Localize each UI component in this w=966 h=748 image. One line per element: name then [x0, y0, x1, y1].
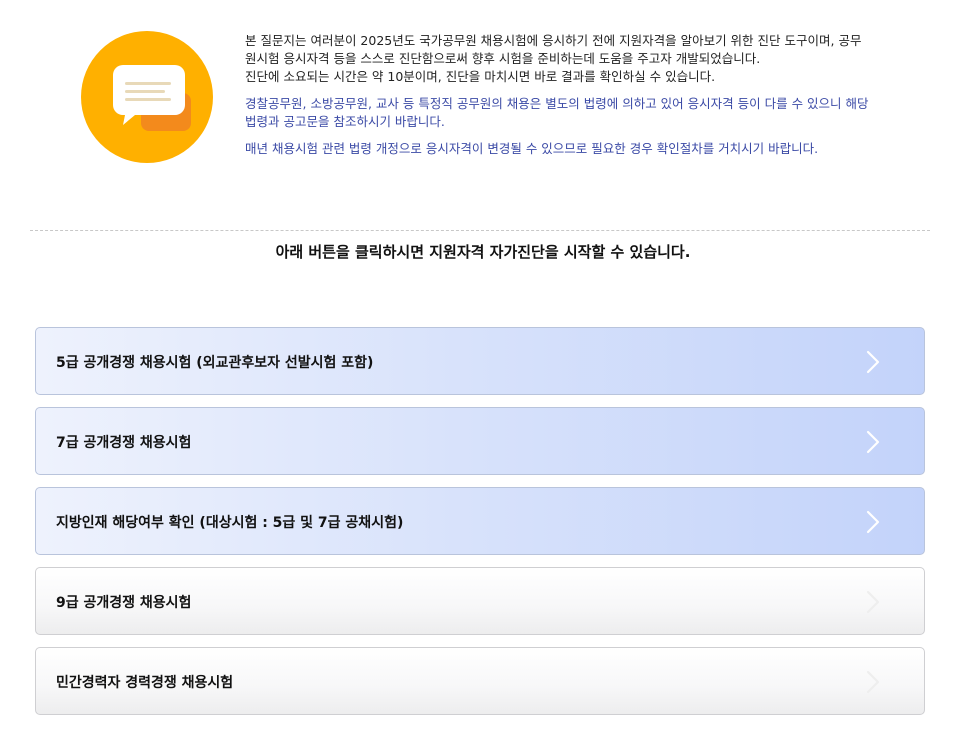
exam-list: 5급 공개경쟁 채용시험 (외교관후보자 선발시험 포함) 7급 공개경쟁 채용… [35, 327, 925, 727]
intro-line: 본 질문지는 여러분이 2025년도 국가공무원 채용시험에 응시하기 전에 지… [245, 33, 862, 48]
divider [30, 230, 930, 231]
chevron-right-icon [866, 350, 880, 374]
exam-button-grade5[interactable]: 5급 공개경쟁 채용시험 (외교관후보자 선발시험 포함) [35, 327, 925, 395]
chevron-right-icon [866, 670, 880, 694]
intro-section: 본 질문지는 여러분이 2025년도 국가공무원 채용시험에 응시하기 전에 지… [0, 0, 966, 200]
chevron-right-icon [866, 430, 880, 454]
exam-label: 5급 공개경쟁 채용시험 (외교관후보자 선발시험 포함) [56, 355, 374, 371]
intro-line: 원시험 응시자격 등을 스스로 진단함으로써 향후 시험을 준비하는데 도움을 … [245, 51, 761, 66]
exam-label: 7급 공개경쟁 채용시험 [56, 435, 192, 451]
exam-button-local-talent[interactable]: 지방인재 해당여부 확인 (대상시험 : 5급 및 7급 공채시험) [35, 487, 925, 555]
notice-line: 경찰공무원, 소방공무원, 교사 등 특정직 공무원의 채용은 별도의 법령에 … [245, 96, 869, 111]
exam-label: 민간경력자 경력경쟁 채용시험 [56, 675, 234, 691]
chat-bubbles-icon [81, 31, 213, 163]
guide-text: 아래 버튼을 클릭하시면 지원자격 자가진단을 시작할 수 있습니다. [275, 243, 691, 261]
exam-button-private-career[interactable]: 민간경력자 경력경쟁 채용시험 [35, 647, 925, 715]
exam-label: 지방인재 해당여부 확인 (대상시험 : 5급 및 7급 공채시험) [56, 515, 404, 531]
intro-text: 본 질문지는 여러분이 2025년도 국가공무원 채용시험에 응시하기 전에 지… [245, 32, 925, 158]
intro-line: 진단에 소요되는 시간은 약 10분이며, 진단을 마치시면 바로 결과를 확인… [245, 69, 716, 84]
exam-button-grade7[interactable]: 7급 공개경쟁 채용시험 [35, 407, 925, 475]
exam-label: 9급 공개경쟁 채용시험 [56, 595, 192, 611]
notice-line: 법령과 공고문을 참조하시기 바랍니다. [245, 114, 445, 129]
exam-button-grade9[interactable]: 9급 공개경쟁 채용시험 [35, 567, 925, 635]
chevron-right-icon [866, 510, 880, 534]
notice-line: 매년 채용시험 관련 법령 개정으로 응시자격이 변경될 수 있으므로 필요한 … [245, 141, 819, 156]
chevron-right-icon [866, 590, 880, 614]
